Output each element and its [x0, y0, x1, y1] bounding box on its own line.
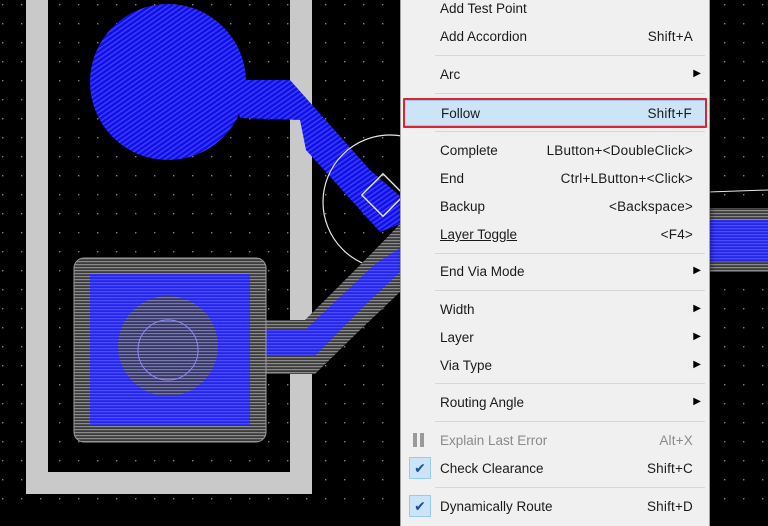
menu-item-shortcut: LButton+<DoubleClick> [546, 143, 693, 158]
menu-item-layer[interactable]: Layer ▶ [403, 325, 707, 351]
menu-item-routing-angle[interactable]: Routing Angle ▶ [403, 390, 707, 416]
menu-item-label: Via Type [440, 358, 493, 373]
menu-separator [435, 253, 705, 254]
checkmark-icon: ✔ [409, 457, 431, 479]
menu-item-label: Routing Angle [440, 395, 525, 410]
menu-item-label: Arc [440, 67, 461, 82]
menu-item-label: Backup [440, 199, 486, 214]
checkmark-icon: ✔ [409, 495, 431, 517]
pause-icon [412, 433, 426, 447]
menu-item-shortcut: Shift+D [646, 499, 693, 514]
menu-item-arc[interactable]: Arc ▶ [403, 62, 707, 88]
menu-item-label: Follow [441, 106, 481, 121]
menu-item-shortcut: Alt+X [659, 433, 693, 448]
menu-item-label: Add Accordion [440, 29, 528, 44]
menu-item-end-via-mode[interactable]: End Via Mode ▶ [403, 259, 707, 285]
submenu-arrow-icon: ▶ [693, 396, 701, 407]
menu-separator [435, 93, 705, 94]
menu-separator [435, 383, 705, 384]
menu-item-label: End [440, 171, 465, 186]
menu-item-label: Layer Toggle [440, 227, 518, 242]
menu-item-label: End Via Mode [440, 264, 525, 279]
menu-item-layer-toggle[interactable]: Layer Toggle <F4> [403, 222, 707, 248]
menu-item-add-test-point[interactable]: Add Test Point [403, 0, 707, 22]
menu-separator [435, 421, 705, 422]
menu-separator [435, 290, 705, 291]
menu-item-add-accordion[interactable]: Add Accordion Shift+A [403, 24, 707, 50]
menu-item-label: Layer [440, 330, 474, 345]
menu-item-backup[interactable]: Backup <Backspace> [403, 194, 707, 220]
menu-separator [435, 55, 705, 56]
menu-item-width[interactable]: Width ▶ [403, 297, 707, 323]
context-menu: Add Test Point Add Accordion Shift+A Arc… [400, 0, 710, 526]
menu-item-label: Add Test Point [440, 1, 527, 16]
menu-item-shortcut: Shift+C [646, 461, 693, 476]
menu-item-shortcut: Ctrl+LButton+<Click> [560, 171, 693, 186]
menu-item-label: Check Clearance [440, 461, 544, 476]
round-pad [90, 4, 246, 160]
submenu-arrow-icon: ▶ [693, 68, 701, 79]
menu-item-shortcut: Shift+F [647, 106, 692, 121]
menu-item-dynamically-route[interactable]: ✔ Dynamically Route Shift+D [403, 494, 707, 520]
menu-item-shortcut: <Backspace> [608, 199, 693, 214]
menu-item-end[interactable]: End Ctrl+LButton+<Click> [403, 166, 707, 192]
menu-item-label: Explain Last Error [440, 433, 548, 448]
menu-separator [435, 131, 705, 132]
menu-item-explain-last-error[interactable]: Explain Last Error Alt+X [403, 428, 707, 454]
menu-item-label: Dynamically Route [440, 499, 553, 514]
menu-item-label: Width [440, 302, 475, 317]
menu-separator [435, 487, 705, 488]
menu-item-check-clearance[interactable]: ✔ Check Clearance Shift+C [403, 456, 707, 482]
submenu-arrow-icon: ▶ [693, 303, 701, 314]
menu-item-label: Complete [440, 143, 498, 158]
menu-item-follow[interactable]: Follow Shift+F [403, 98, 707, 128]
square-pad [73, 257, 267, 443]
menu-item-shortcut: Shift+A [647, 29, 693, 44]
submenu-arrow-icon: ▶ [693, 331, 701, 342]
menu-item-via-type[interactable]: Via Type ▶ [403, 353, 707, 379]
menu-item-shortcut: <F4> [660, 227, 693, 242]
submenu-arrow-icon: ▶ [693, 359, 701, 370]
submenu-arrow-icon: ▶ [693, 265, 701, 276]
menu-item-complete[interactable]: Complete LButton+<DoubleClick> [403, 138, 707, 164]
